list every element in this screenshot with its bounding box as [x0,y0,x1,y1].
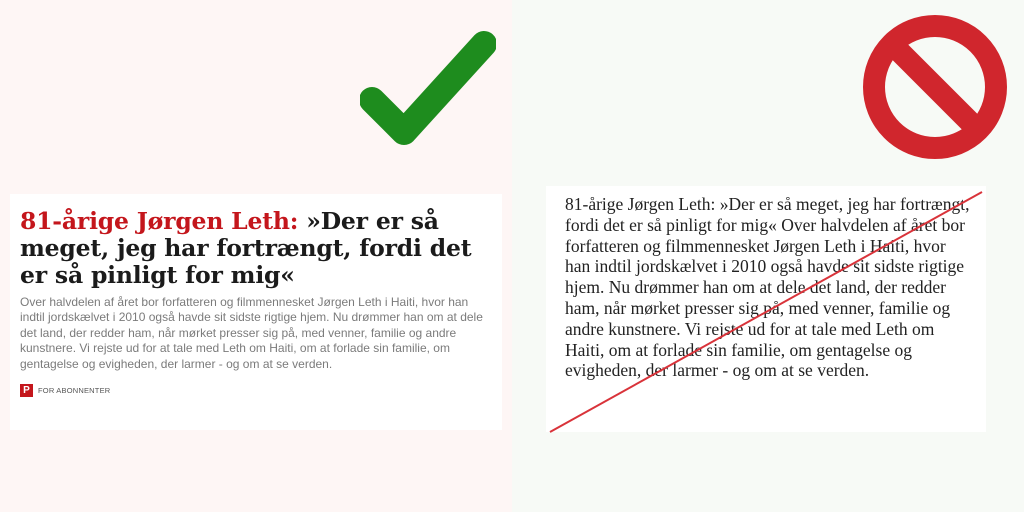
subscriber-badge: P FOR ABONNENTER [20,384,492,398]
bad-example-text: 81-årige Jørgen Leth: »Der er så meget, … [565,194,970,381]
good-lead-text: Over halvdelen af året bor forfatteren o… [20,295,483,371]
good-headline[interactable]: 81-årige Jørgen Leth: »Der er så meget, … [20,208,492,289]
headline-kicker: 81-årige Jørgen Leth: [20,207,299,235]
prohibited-icon [863,15,1007,159]
bad-example-card: 81-årige Jørgen Leth: »Der er så meget, … [546,186,986,432]
checkmark-icon [360,31,496,145]
politiken-logo-icon: P [20,384,33,398]
subscriber-label: FOR ABONNENTER [38,386,111,396]
good-example-card: 81-årige Jørgen Leth: »Der er så meget, … [10,194,502,430]
